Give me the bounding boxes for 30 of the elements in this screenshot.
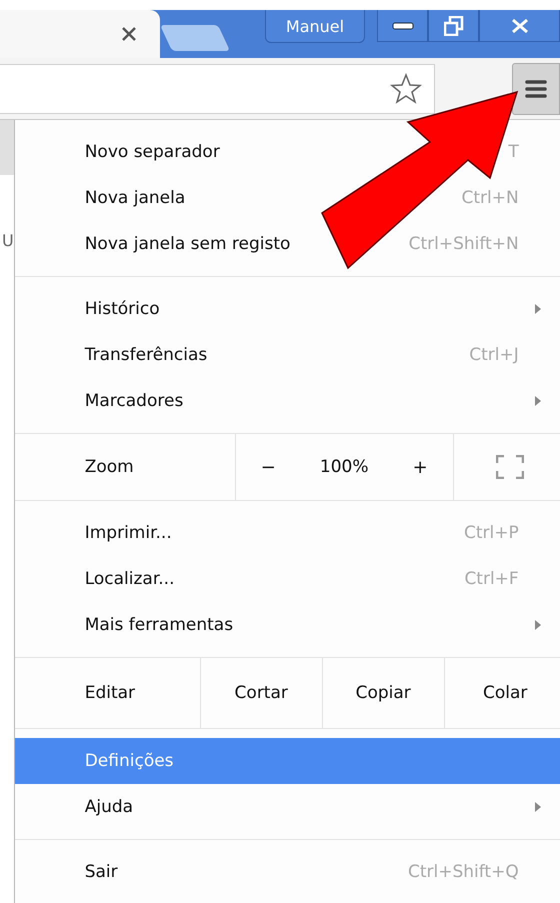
menu-item[interactable]: Localizar... Ctrl+F: [14, 556, 560, 602]
page-text: U: [2, 231, 14, 250]
menu-item[interactable]: Histórico: [14, 286, 560, 332]
profile-button[interactable]: Manuel: [265, 10, 365, 43]
zoom-label: Zoom: [84, 456, 135, 479]
close-icon[interactable]: [120, 25, 138, 43]
fullscreen-icon: [496, 455, 524, 479]
menu-item[interactable]: Marcadores: [14, 378, 560, 424]
menu-item[interactable]: Sair Ctrl+Shift+Q: [14, 849, 560, 895]
menu-item[interactable]: Ajuda: [14, 784, 560, 830]
menu-item[interactable]: Transferências Ctrl+J: [14, 332, 560, 378]
menu-item[interactable]: Mais ferramentas: [14, 602, 560, 648]
menu-icon: [525, 78, 547, 98]
edit-label: Editar: [84, 682, 136, 705]
minimize-icon: [392, 22, 414, 30]
close-icon: [510, 18, 529, 34]
star-icon[interactable]: [390, 72, 422, 104]
menu-item[interactable]: Nova janela Ctrl+N: [14, 175, 560, 221]
page-bar: [0, 120, 14, 175]
minimize-button[interactable]: [377, 10, 428, 42]
zoom-level: 100%: [320, 457, 369, 477]
zoom-out-button[interactable]: −: [254, 456, 282, 478]
menu-button[interactable]: [512, 62, 560, 114]
zoom-in-button[interactable]: +: [406, 456, 434, 478]
menu-item[interactable]: Imprimir... Ctrl+P: [14, 510, 560, 556]
menu-item[interactable]: Novo separador T: [14, 129, 560, 175]
restore-icon: [444, 16, 464, 36]
menu-item[interactable]: Nova janela sem registo Ctrl+Shift+N: [14, 221, 560, 267]
restore-button[interactable]: [428, 10, 480, 42]
close-button[interactable]: [479, 10, 560, 42]
